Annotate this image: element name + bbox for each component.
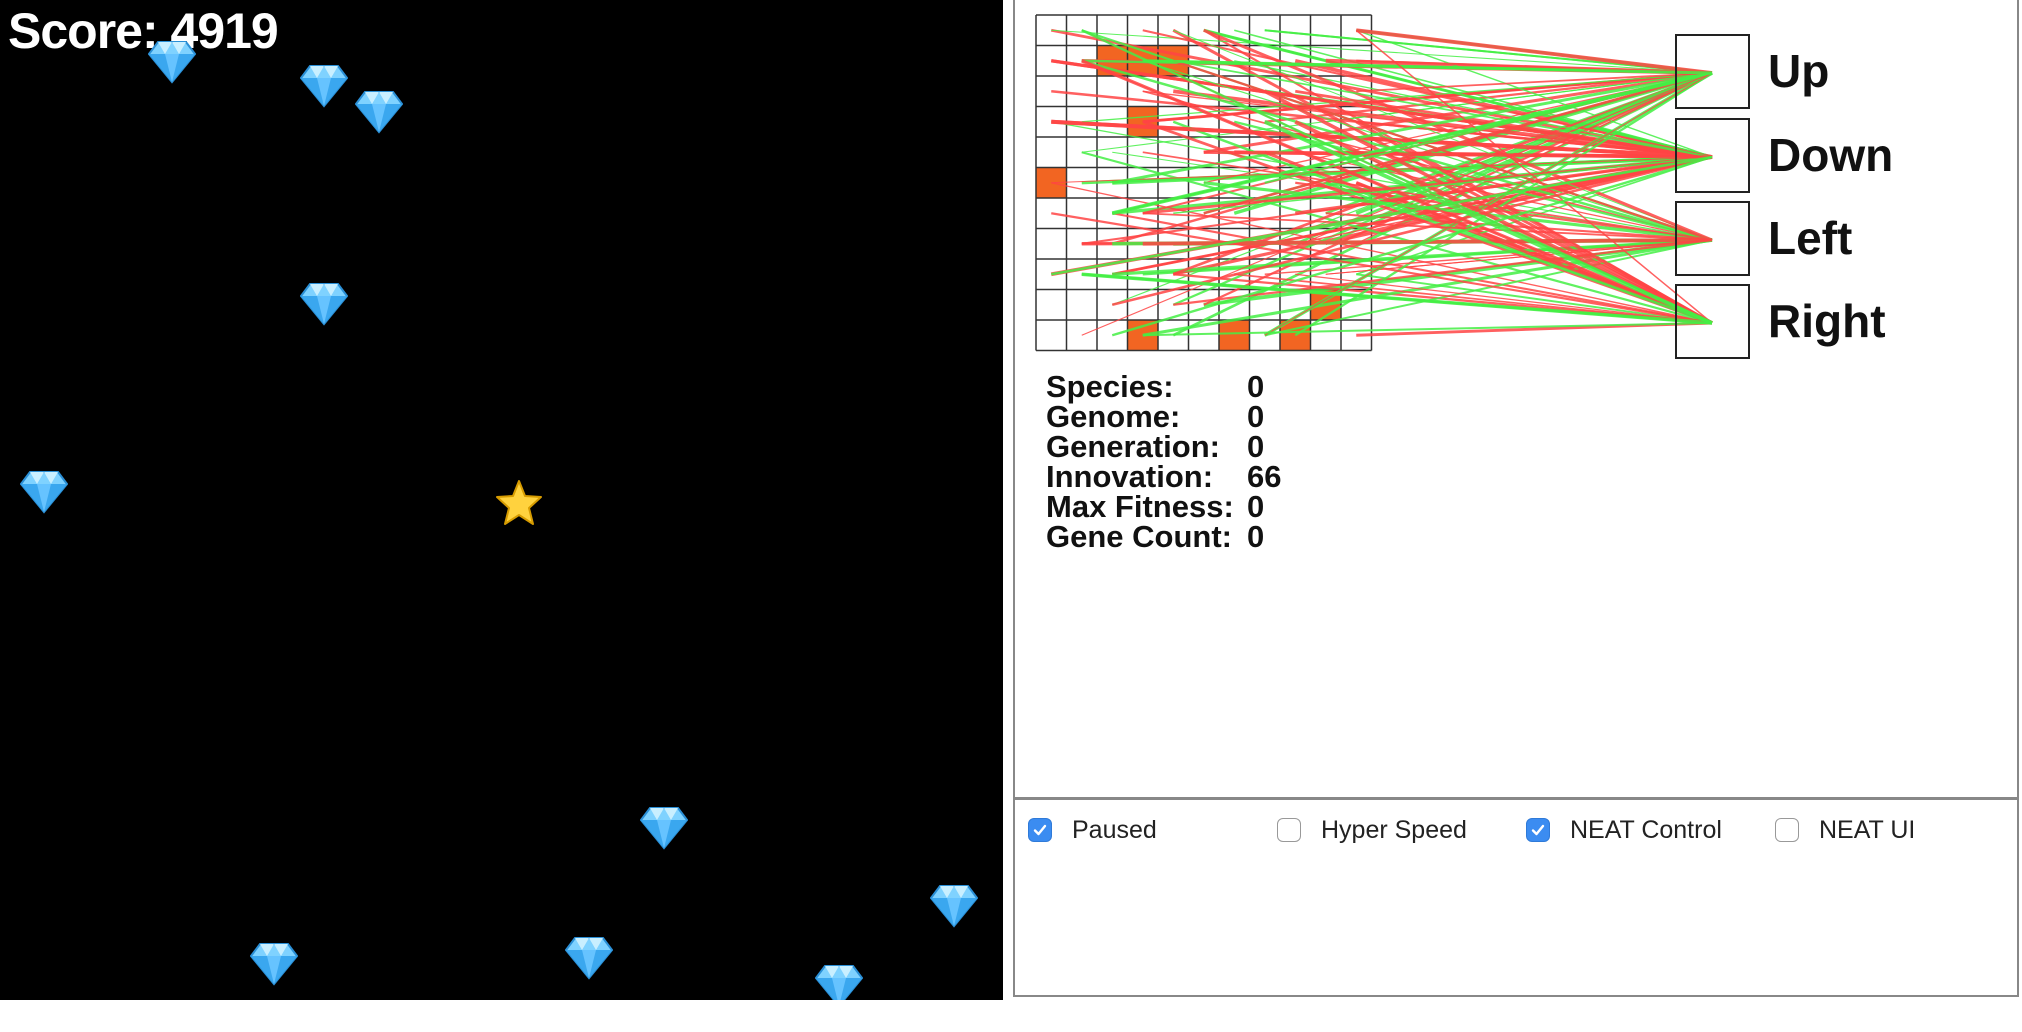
gem-icon [299, 62, 349, 108]
hyper-speed-checkbox[interactable] [1277, 818, 1301, 842]
gem-icon [19, 468, 69, 514]
stat-label: Innovation: [1046, 459, 1214, 494]
gem-icon [354, 88, 404, 134]
stat-label: Species: [1046, 369, 1174, 404]
neat-control-toggle[interactable]: NEAT Control [1526, 812, 1722, 848]
stat-row-generation: Generation: 0 [1046, 429, 1281, 464]
output-label-down: Down [1768, 129, 1893, 181]
output-label-right: Right [1768, 295, 1886, 347]
neat-control-label: NEAT Control [1570, 815, 1722, 844]
stat-value: 0 [1247, 429, 1265, 464]
neat-control-checkbox[interactable] [1526, 818, 1550, 842]
stat-row-innovation: Innovation: 66 [1046, 459, 1282, 494]
stat-label: Max Fitness: [1046, 489, 1234, 524]
paused-toggle[interactable]: Paused [1028, 812, 1157, 848]
star-icon [494, 478, 544, 528]
output-label-up: Up [1768, 45, 1829, 97]
stats-list: Species: 0 Genome: 0 Generation: 0 Innov… [1046, 369, 1282, 554]
gem-icon [814, 962, 864, 1000]
stat-label: Genome: [1046, 399, 1181, 434]
gem-icon [564, 934, 614, 980]
stat-label: Generation: [1046, 429, 1220, 464]
stat-value: 0 [1247, 519, 1265, 554]
gem-icon [639, 804, 689, 850]
output-label-left: Left [1768, 212, 1852, 264]
stat-value: 66 [1247, 459, 1282, 494]
stat-row-gene-count: Gene Count: 0 [1046, 519, 1281, 554]
hyper-speed-toggle[interactable]: Hyper Speed [1277, 812, 1467, 848]
score-display: Score: 4919 [8, 3, 279, 59]
active-input-cell [1219, 320, 1250, 351]
gem-icon [249, 940, 299, 986]
gem-icon [929, 882, 979, 928]
neat-ui-label: NEAT UI [1819, 815, 1916, 844]
paused-label: Paused [1072, 815, 1157, 844]
stat-row-max-fitness: Max Fitness: 0 [1046, 489, 1281, 524]
stat-label: Gene Count: [1046, 519, 1232, 554]
stat-row-genome: Genome: 0 [1046, 399, 1281, 434]
hyper-speed-label: Hyper Speed [1321, 815, 1467, 844]
neat-ui-toggle[interactable]: NEAT UI [1775, 812, 1915, 848]
gem-icon [299, 280, 349, 326]
neat-ui-checkbox[interactable] [1775, 818, 1799, 842]
network-diagram: Up Down Left Right [1035, 14, 1893, 359]
stat-row-species: Species: 0 [1046, 369, 1281, 404]
stat-value: 0 [1247, 489, 1265, 524]
gem-icon [147, 38, 197, 84]
stat-value: 0 [1247, 369, 1265, 404]
paused-checkbox[interactable] [1028, 818, 1052, 842]
stat-value: 0 [1247, 399, 1265, 434]
